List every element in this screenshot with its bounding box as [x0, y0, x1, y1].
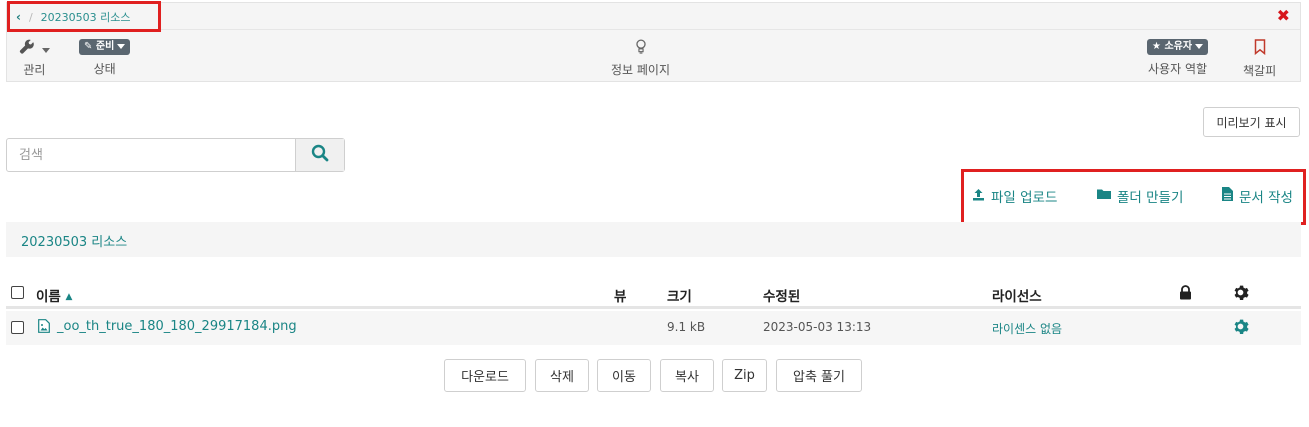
search-button[interactable]: [295, 139, 344, 171]
chevron-down-icon: [117, 43, 126, 49]
row-settings-gear-icon[interactable]: [1232, 318, 1249, 338]
bookmark-button[interactable]: 책갈피: [1243, 39, 1276, 79]
delete-button[interactable]: 삭제: [535, 359, 589, 392]
info-page-button[interactable]: 정보 페이지: [611, 39, 670, 78]
user-role-label: 사용자 역할: [1148, 62, 1208, 76]
copy-button[interactable]: 복사: [660, 359, 714, 392]
manage-menu[interactable]: 관리: [19, 39, 50, 78]
folder-title[interactable]: 20230503 리소스: [21, 231, 127, 250]
wrench-icon: [19, 39, 39, 57]
status-badge[interactable]: ✎ 준비: [79, 39, 131, 55]
file-size: 9.1 kB: [667, 320, 706, 334]
chevron-down-icon: [1195, 43, 1204, 49]
sort-ascending-icon: ▲: [65, 292, 73, 302]
file-license[interactable]: 라이센스 없음: [992, 320, 1062, 337]
owner-badge[interactable]: ★ 소유자: [1147, 39, 1209, 55]
highlight-box-breadcrumb: [7, 1, 161, 32]
folder-title-bar: 20230503 리소스: [6, 222, 1301, 257]
column-modified-header[interactable]: 수정된: [763, 285, 800, 305]
row-checkbox[interactable]: [11, 321, 24, 334]
header-divider: [7, 29, 1300, 30]
search-input[interactable]: [7, 139, 296, 171]
bookmark-icon: [1254, 39, 1266, 58]
column-view-header[interactable]: 뷰: [614, 285, 626, 305]
file-table-header: 이름 ▲ 뷰 크기 수정된 라이선스: [6, 280, 1301, 309]
select-all-checkbox[interactable]: [11, 286, 24, 299]
table-row: _oo_th_true_180_180_29917184.png 9.1 kB …: [6, 311, 1301, 345]
preview-toggle-button[interactable]: 미리보기 표시: [1203, 107, 1300, 137]
gear-icon: [1232, 284, 1249, 305]
lightbulb-icon: [635, 39, 647, 57]
status-menu[interactable]: ✎ 준비 상태: [79, 38, 131, 77]
column-name-header[interactable]: 이름 ▲: [36, 285, 72, 305]
file-name-link[interactable]: _oo_th_true_180_180_29917184.png: [57, 319, 297, 334]
status-label: 상태: [93, 62, 116, 76]
owner-badge-label: 소유자: [1164, 41, 1193, 52]
bookmark-label: 책갈피: [1243, 64, 1277, 78]
status-badge-label: 준비: [95, 41, 115, 52]
move-button[interactable]: 이동: [597, 359, 651, 392]
user-role-menu[interactable]: ★ 소유자 사용자 역할: [1147, 38, 1209, 77]
document-header: ‹ / 20230503 리소스 ✖ 관리 ✎ 준비 상태 정보 페이지 ★ 소…: [6, 2, 1301, 82]
manage-label: 관리: [23, 63, 46, 77]
highlight-box-actions: [961, 169, 1306, 225]
star-icon: ★: [1152, 41, 1161, 52]
image-file-icon: [38, 319, 50, 336]
search-icon: [311, 144, 329, 166]
column-name-label: 이름: [36, 289, 61, 305]
file-modified: 2023-05-03 13:13: [763, 320, 872, 334]
lock-icon: [1179, 285, 1192, 304]
pencil-icon: ✎: [84, 41, 93, 52]
chevron-down-icon: [41, 48, 50, 53]
zip-button[interactable]: Zip: [722, 359, 767, 392]
search-box: [6, 138, 345, 172]
unzip-button[interactable]: 압축 풀기: [776, 359, 862, 392]
close-x-icon[interactable]: ✖: [1277, 8, 1290, 24]
column-size-header[interactable]: 크기: [667, 285, 692, 305]
download-button[interactable]: 다운로드: [444, 359, 526, 392]
info-page-label: 정보 페이지: [611, 63, 671, 77]
column-license-header[interactable]: 라이선스: [992, 285, 1042, 305]
